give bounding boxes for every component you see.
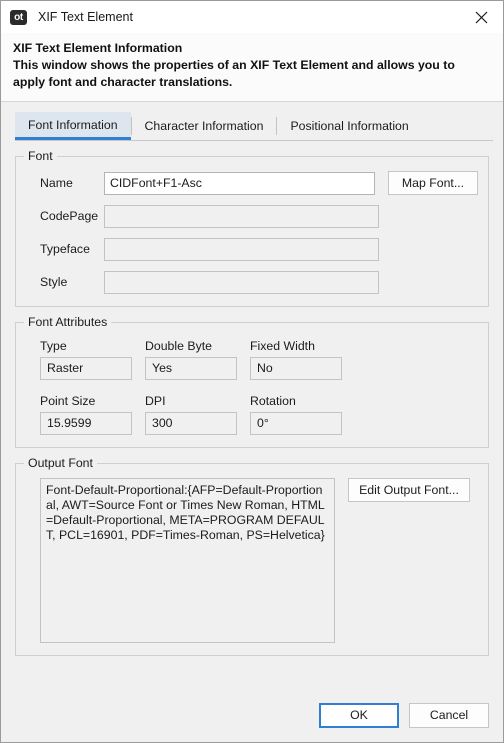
window-title: XIF Text Element — [38, 10, 133, 24]
dialog-footer: OK Cancel — [1, 689, 503, 742]
map-font-button[interactable]: Map Font... — [388, 171, 478, 195]
output-font-groupbox: Output Font Font-Default-Proportional:{A… — [15, 456, 489, 656]
input-font-name[interactable]: CIDFont+F1-Asc — [104, 171, 375, 195]
output-font-row: Font-Default-Proportional:{AFP=Default-P… — [26, 478, 478, 643]
field-row-codepage: CodePage — [26, 204, 478, 228]
app-logo-icon: ot — [10, 9, 27, 25]
output-font-legend: Output Font — [24, 456, 97, 470]
font-attributes-grid-row2: 15.9599 300 0° — [26, 412, 478, 435]
value-type: Raster — [40, 357, 132, 380]
close-button[interactable] — [459, 1, 503, 33]
value-double-byte: Yes — [145, 357, 237, 380]
field-row-style: Style — [26, 270, 478, 294]
title-bar: ot XIF Text Element — [1, 1, 503, 33]
label-fixed-width: Fixed Width — [250, 339, 315, 353]
font-attributes-grid: Type Double Byte Fixed Width Raster Yes … — [26, 337, 478, 412]
dialog-body: Font Information Character Information P… — [1, 102, 503, 689]
tab-bar: Font Information Character Information P… — [15, 112, 493, 141]
font-groupbox: Font Name CIDFont+F1-Asc Map Font... Cod… — [15, 149, 489, 307]
font-attributes-groupbox: Font Attributes Type Double Byte Fixed W… — [15, 315, 489, 448]
tab-positional-information[interactable]: Positional Information — [277, 113, 421, 140]
value-fixed-width: No — [250, 357, 342, 380]
close-icon — [475, 11, 488, 24]
input-codepage — [104, 204, 379, 228]
output-font-textarea: Font-Default-Proportional:{AFP=Default-P… — [40, 478, 335, 643]
label-name: Name — [40, 176, 73, 190]
tab-character-information[interactable]: Character Information — [132, 113, 277, 140]
value-rotation: 0° — [250, 412, 342, 435]
dialog-window: ot XIF Text Element XIF Text Element Inf… — [0, 0, 504, 743]
label-style: Style — [40, 275, 68, 289]
ok-button[interactable]: OK — [319, 703, 399, 728]
font-groupbox-legend: Font — [24, 149, 57, 163]
label-codepage: CodePage — [40, 209, 99, 223]
font-attributes-legend: Font Attributes — [24, 315, 112, 329]
tab-font-information[interactable]: Font Information — [15, 112, 131, 140]
label-typeface: Typeface — [40, 242, 90, 256]
field-row-typeface: Typeface — [26, 237, 478, 261]
header-banner: XIF Text Element Information This window… — [1, 33, 503, 102]
label-rotation: Rotation — [250, 394, 296, 408]
input-style — [104, 270, 379, 294]
label-double-byte: Double Byte — [145, 339, 212, 353]
header-title: XIF Text Element Information — [13, 41, 183, 55]
field-row-name: Name CIDFont+F1-Asc Map Font... — [26, 171, 478, 195]
cancel-button[interactable]: Cancel — [409, 703, 489, 728]
value-point-size: 15.9599 — [40, 412, 132, 435]
label-dpi: DPI — [145, 394, 166, 408]
header-description: This window shows the properties of an X… — [13, 58, 455, 89]
label-type: Type — [40, 339, 67, 353]
input-typeface — [104, 237, 379, 261]
value-dpi: 300 — [145, 412, 237, 435]
edit-output-font-button[interactable]: Edit Output Font... — [348, 478, 470, 502]
label-point-size: Point Size — [40, 394, 96, 408]
